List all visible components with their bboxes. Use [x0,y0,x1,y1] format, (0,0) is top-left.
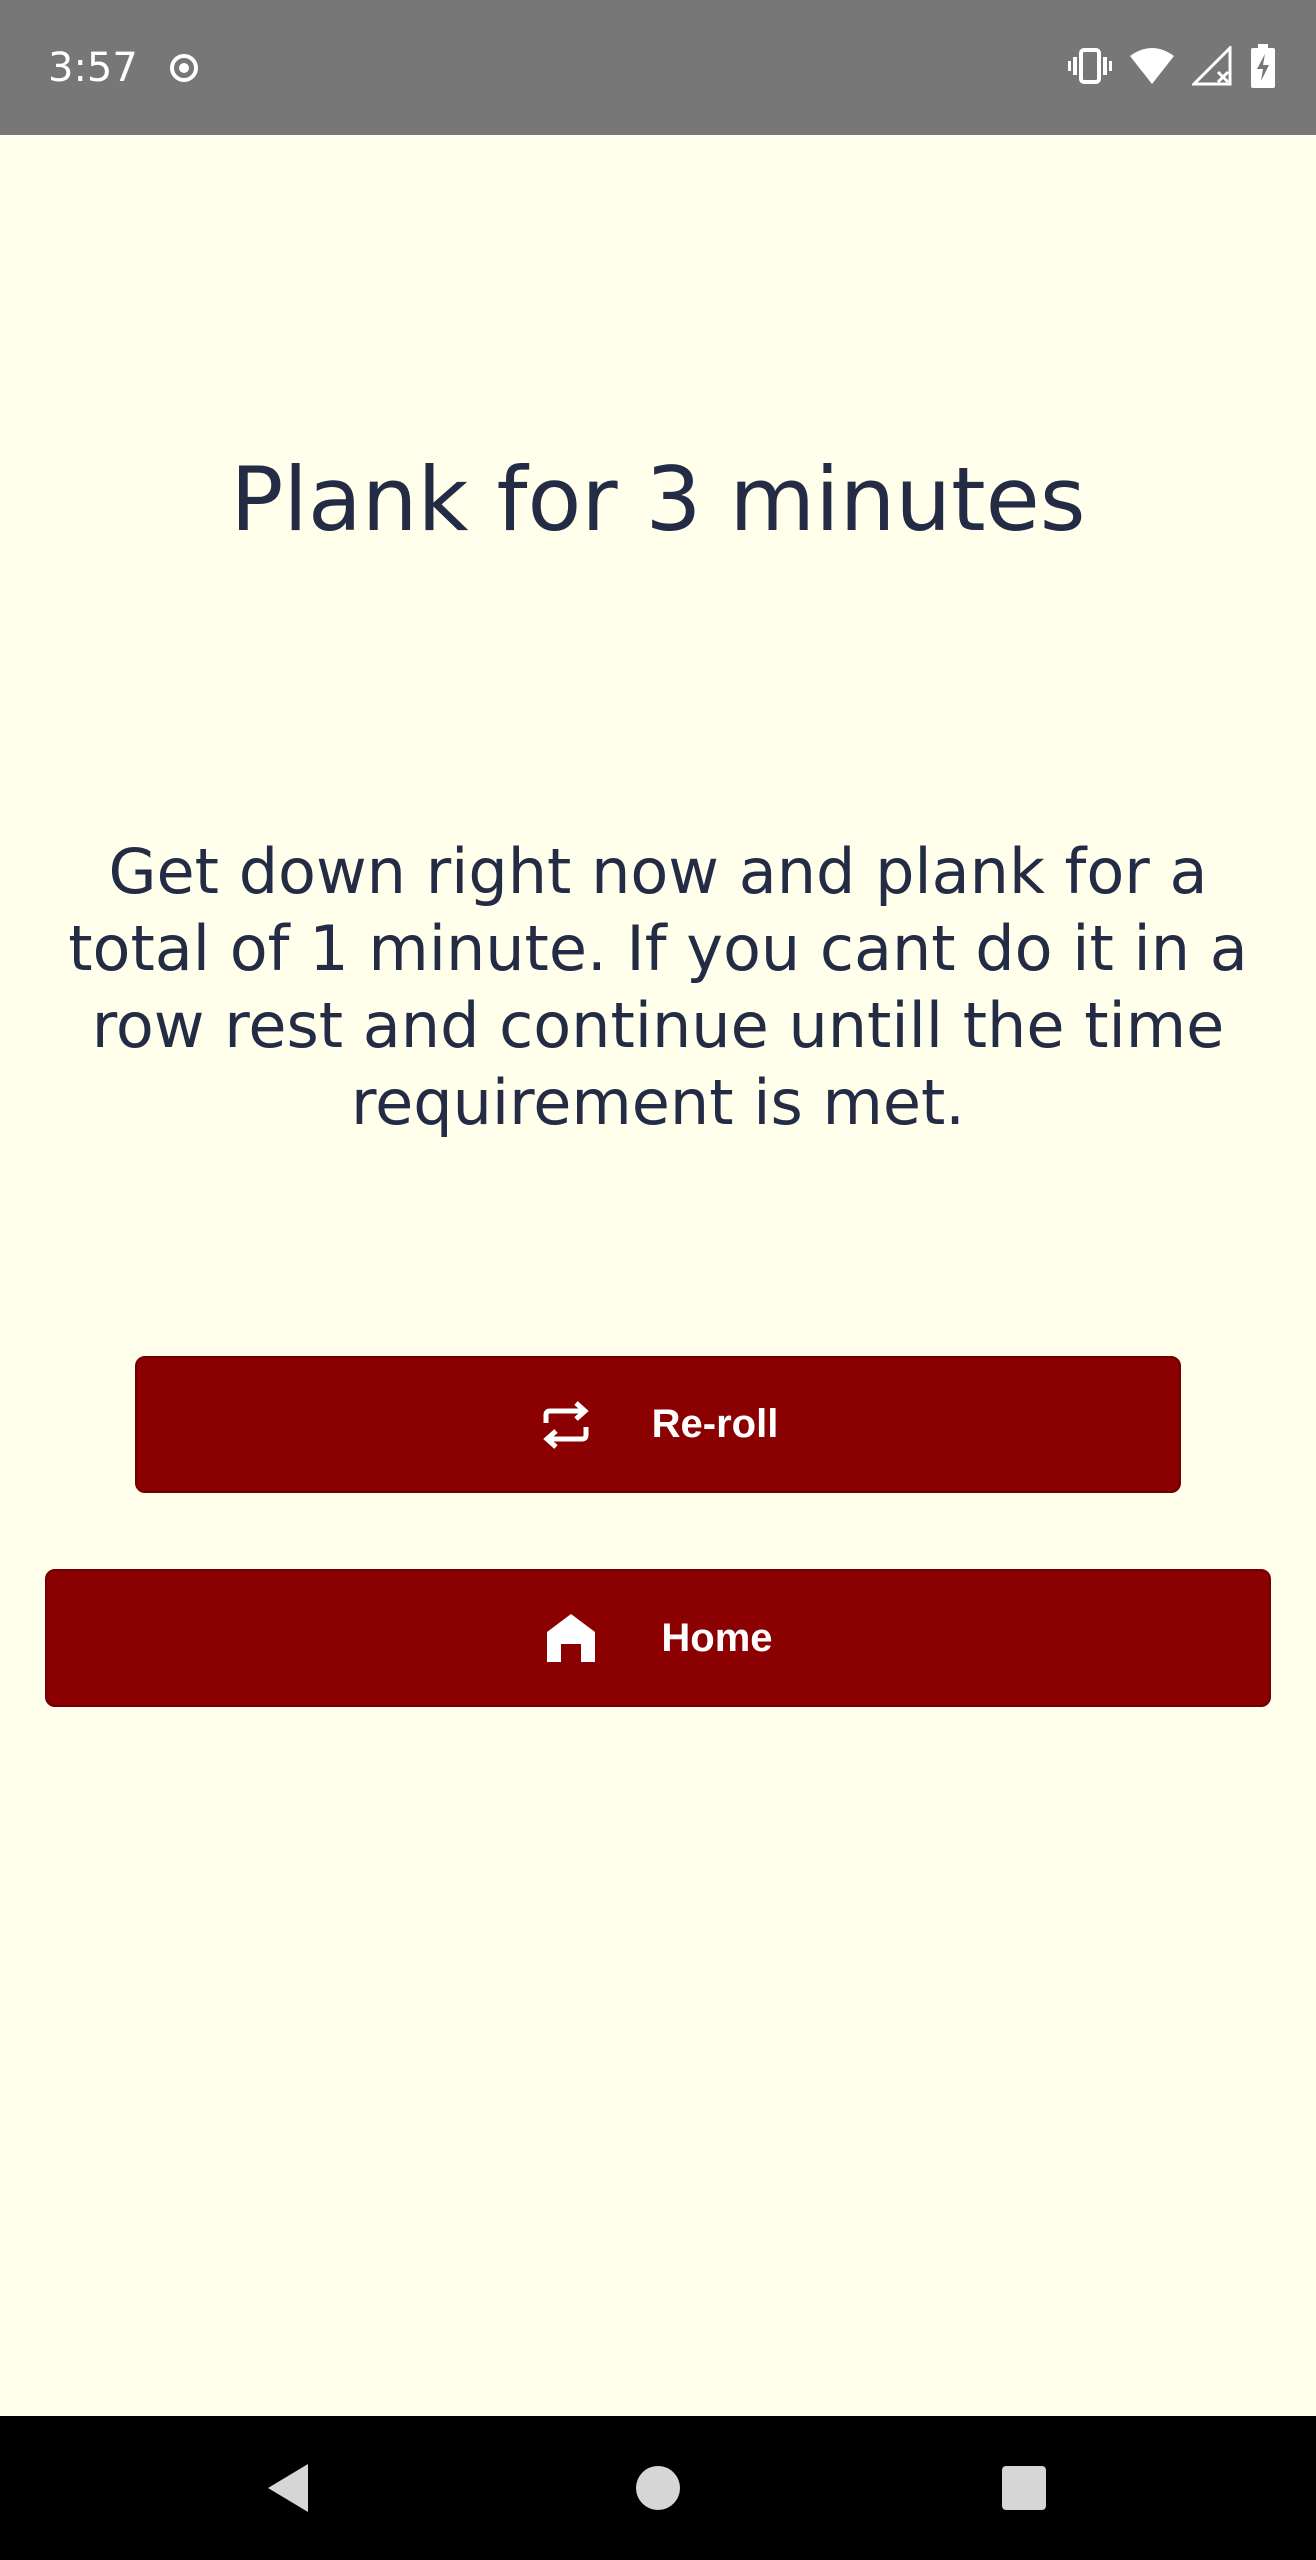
wifi-icon [1130,46,1174,91]
record-icon [168,52,200,84]
home-label: Home [661,1615,773,1660]
status-bar: 3:57 [0,0,1316,135]
home-button[interactable]: Home [45,1569,1271,1707]
status-time: 3:57 [48,45,138,91]
status-icons [1068,43,1276,93]
reroll-button[interactable]: Re-roll [135,1356,1181,1493]
exercise-description: Get down right now and plank for a total… [68,835,1248,1139]
page-title: Plank for 3 minutes [230,448,1086,551]
recents-icon[interactable] [996,2460,1052,2516]
back-icon[interactable] [262,2460,318,2516]
home-circle-icon[interactable] [630,2460,686,2516]
vibrate-icon [1068,46,1112,91]
signal-icon [1190,43,1232,91]
reroll-label: Re-roll [651,1402,779,1446]
battery-icon [1250,43,1276,93]
navigation-bar [0,2416,1316,2560]
home-icon [543,1610,599,1666]
repeat-icon [538,1397,594,1453]
